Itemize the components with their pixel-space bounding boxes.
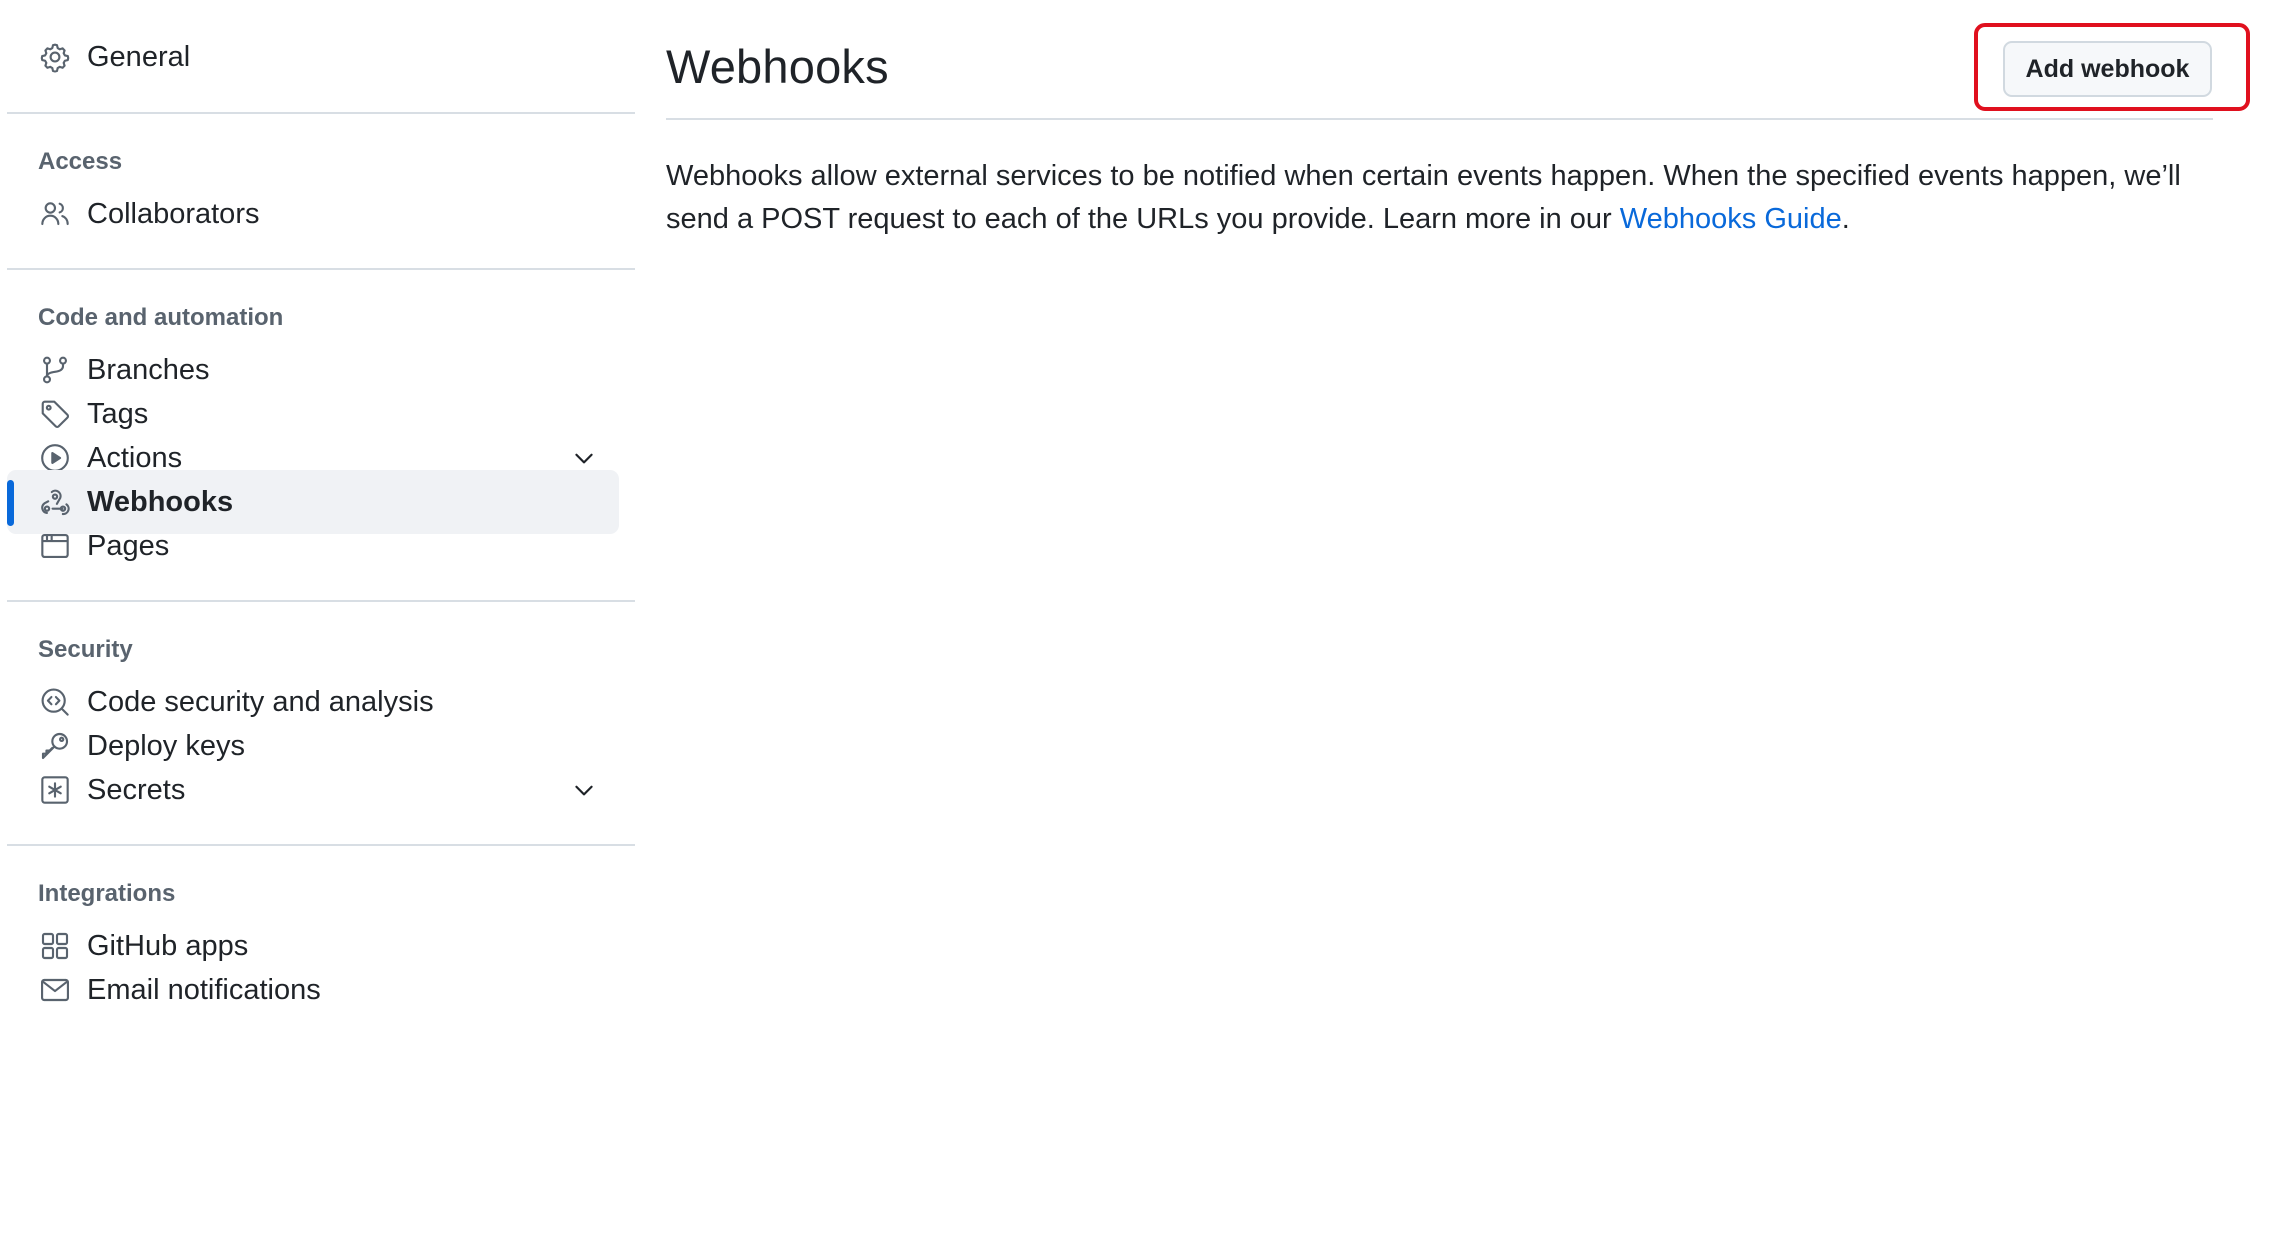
asterisk-box-icon — [38, 773, 72, 807]
mail-icon — [38, 973, 72, 1007]
sidebar-divider — [7, 844, 635, 846]
page-title: Webhooks — [666, 40, 889, 93]
highlight-box: Add webhook — [1974, 23, 2250, 111]
webhooks-guide-link[interactable]: Webhooks Guide — [1620, 203, 1842, 235]
sidebar-item-label: Pages — [87, 529, 170, 562]
chevron-down-icon[interactable] — [569, 443, 599, 473]
sidebar-item-secrets[interactable]: Secrets — [7, 758, 619, 822]
add-webhook-button[interactable]: Add webhook — [2003, 41, 2212, 97]
sidebar-divider — [7, 600, 635, 602]
section-title-access: Access — [38, 148, 123, 175]
sidebar-item-general[interactable]: General — [7, 25, 619, 89]
description-end: . — [1841, 203, 1850, 235]
settings-page: General Access Collaborators Code and au… — [0, 0, 2278, 1236]
section-title-code-automation: Code and automation — [38, 304, 284, 331]
description-text: Webhooks allow external services to be n… — [666, 160, 2181, 235]
sidebar-divider — [7, 268, 635, 270]
chevron-down-icon[interactable] — [569, 775, 599, 805]
sidebar-item-pages[interactable]: Pages — [7, 514, 619, 578]
section-title-security: Security — [38, 636, 133, 663]
sidebar-item-email-notifications[interactable]: Email notifications — [7, 958, 619, 1022]
page-header: Webhooks Add webhook — [666, 23, 2250, 120]
page-description: Webhooks allow external services to be n… — [666, 155, 2226, 241]
sidebar-item-label: Secrets — [87, 773, 186, 806]
sidebar-item-label: Collaborators — [87, 197, 260, 230]
sidebar-item-label: Email notifications — [87, 973, 321, 1006]
sidebar-divider — [7, 112, 635, 114]
section-title-integrations: Integrations — [38, 880, 176, 907]
settings-sidebar: General Access Collaborators Code and au… — [7, 25, 635, 1022]
gear-icon — [38, 40, 72, 74]
sidebar-item-label: General — [87, 40, 191, 73]
browser-icon — [38, 529, 72, 563]
header-divider — [666, 118, 2213, 120]
sidebar-item-collaborators[interactable]: Collaborators — [7, 182, 619, 246]
people-icon — [38, 197, 72, 231]
